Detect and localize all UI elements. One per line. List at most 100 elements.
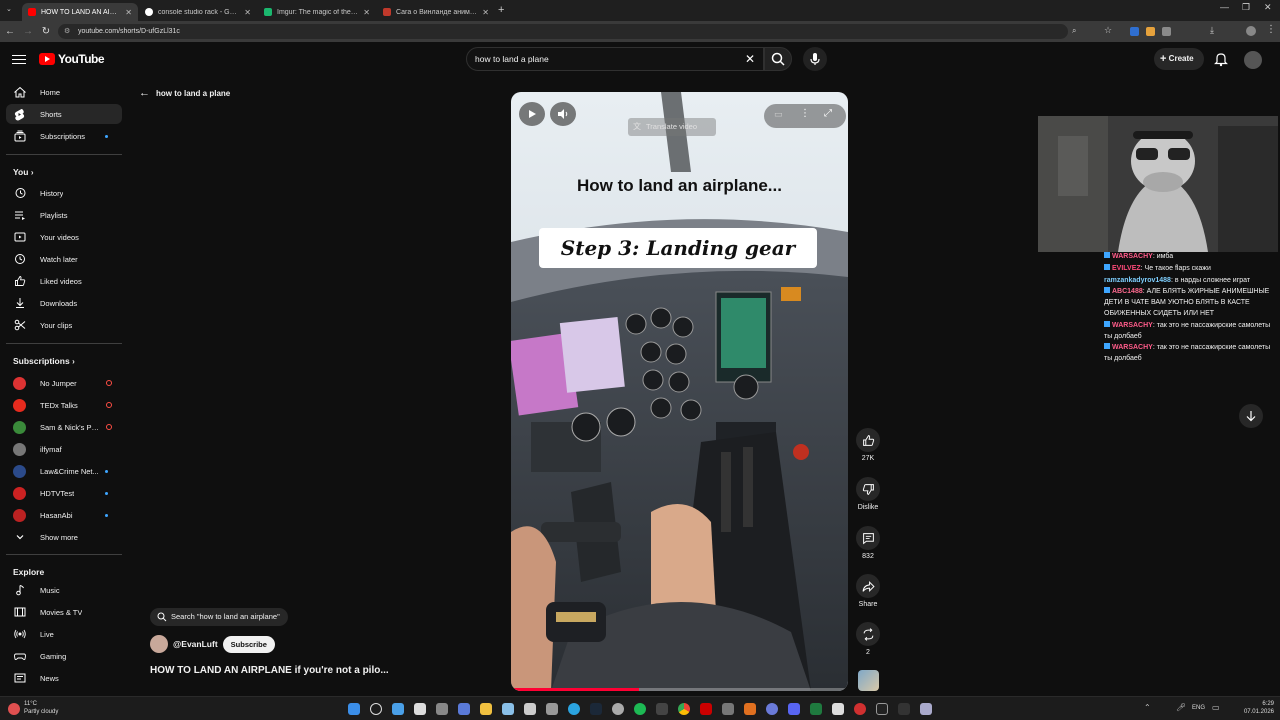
- taskbar-app-icon[interactable]: [414, 703, 426, 715]
- dislike-action[interactable]: Dislike: [856, 477, 880, 511]
- channel-name[interactable]: @EvanLuft: [173, 639, 218, 649]
- like-button[interactable]: [856, 428, 880, 452]
- volume-button[interactable]: [550, 102, 576, 126]
- sidebar-item-playlists[interactable]: Playlists: [6, 205, 122, 225]
- tray-chevron-icon[interactable]: ⌃: [1144, 703, 1151, 712]
- sidebar-item-watch-later[interactable]: Watch later: [6, 249, 122, 269]
- create-button[interactable]: + Create: [1154, 48, 1204, 70]
- taskbar-search-icon[interactable]: [370, 703, 382, 715]
- close-tab-icon[interactable]: ✕: [244, 8, 251, 17]
- taskbar-app-icon[interactable]: [612, 703, 624, 715]
- browser-menu-icon[interactable]: ⋮: [1266, 24, 1276, 35]
- close-tab-icon[interactable]: ✕: [125, 8, 132, 17]
- close-window-icon[interactable]: ✕: [1264, 2, 1272, 13]
- sidebar-item-home[interactable]: Home: [6, 82, 122, 102]
- spotify-icon[interactable]: [634, 703, 646, 715]
- sidebar-item-channel[interactable]: HDTVTest: [6, 483, 122, 503]
- sidebar-item-news[interactable]: News: [6, 668, 122, 688]
- taskbar-app-icon[interactable]: [546, 703, 558, 715]
- sidebar-item-your-clips[interactable]: Your clips: [6, 315, 122, 335]
- discord-icon[interactable]: [788, 703, 800, 715]
- sidebar-item-gaming[interactable]: Gaming: [6, 646, 122, 666]
- like-action[interactable]: 27K: [856, 428, 880, 462]
- comments-action[interactable]: 832: [856, 526, 880, 560]
- download-icon[interactable]: ⤓: [1210, 25, 1214, 36]
- share-button[interactable]: [856, 574, 880, 598]
- browser-tab-youtube[interactable]: HOW TO LAND AN AIRPLANE ✕: [22, 3, 138, 21]
- back-icon[interactable]: ←: [4, 25, 16, 38]
- back-to-search-link[interactable]: ← how to land a plane: [139, 87, 230, 99]
- file-explorer-icon[interactable]: [480, 703, 492, 715]
- minimize-icon[interactable]: —: [1220, 2, 1229, 12]
- taskbar-app-icon[interactable]: [458, 703, 470, 715]
- search-button[interactable]: [764, 47, 792, 71]
- captions-icon[interactable]: ▭: [774, 109, 783, 120]
- telegram-icon[interactable]: [568, 703, 580, 715]
- sidebar-item-channel[interactable]: Law&Crime Net...: [6, 461, 122, 481]
- task-view-icon[interactable]: [392, 703, 404, 715]
- profile-avatar[interactable]: [1246, 26, 1256, 36]
- maximize-icon[interactable]: ❐: [1242, 2, 1250, 13]
- excel-icon[interactable]: [810, 703, 822, 715]
- tray-mic-icon[interactable]: 🎤︎: [1176, 703, 1186, 712]
- forward-icon[interactable]: →: [22, 25, 34, 38]
- search-input[interactable]: how to land a plane: [475, 54, 549, 64]
- sidebar-item-your-videos[interactable]: Your videos: [6, 227, 122, 247]
- more-options-icon[interactable]: ⋮: [800, 108, 810, 119]
- close-tab-icon[interactable]: ✕: [363, 8, 370, 17]
- zoom-icon[interactable]: ⌕: [1072, 26, 1076, 36]
- sidebar-item-downloads[interactable]: Downloads: [6, 293, 122, 313]
- translate-video-button[interactable]: 文 Translate video: [628, 118, 716, 136]
- bookmark-star-icon[interactable]: ☆: [1104, 25, 1112, 36]
- youtube-logo[interactable]: YouTube: [39, 52, 105, 66]
- browser-tab-imgur[interactable]: Imgur: The magic of the Interne ✕: [258, 3, 376, 21]
- taskbar-app-icon[interactable]: [436, 703, 448, 715]
- sidebar-item-subscriptions[interactable]: Subscriptions: [6, 126, 122, 146]
- browser-tab-google[interactable]: console studio rack - Google Se ✕: [139, 3, 257, 21]
- next-video-button[interactable]: [1239, 404, 1263, 428]
- network-icon[interactable]: ▭: [1212, 703, 1220, 712]
- account-avatar[interactable]: [1244, 51, 1262, 69]
- video-title[interactable]: HOW TO LAND AN AIRPLANE if you're not a …: [150, 665, 389, 676]
- taskbar-app-icon[interactable]: [876, 703, 888, 715]
- tab-search-icon[interactable]: ⌄: [6, 5, 12, 13]
- you-heading[interactable]: You ›: [13, 167, 33, 177]
- menu-icon[interactable]: [12, 52, 26, 66]
- sidebar-item-shorts[interactable]: Shorts: [6, 104, 122, 124]
- system-clock[interactable]: 6:29 07.01.2026: [1234, 700, 1274, 716]
- comments-button[interactable]: [856, 526, 880, 550]
- weather-widget[interactable]: 11°C Partly cloudy: [24, 700, 58, 716]
- search-box[interactable]: how to land a plane ✕: [466, 47, 764, 71]
- taskbar-app-icon[interactable]: [502, 703, 514, 715]
- reload-icon[interactable]: ↻: [40, 25, 52, 38]
- taskbar-app-icon[interactable]: [524, 703, 536, 715]
- sidebar-item-channel[interactable]: No Jumper: [6, 373, 122, 393]
- dislike-button[interactable]: [856, 477, 880, 501]
- sidebar-item-live[interactable]: Live: [6, 624, 122, 644]
- share-action[interactable]: Share: [856, 574, 880, 608]
- sidebar-item-channel[interactable]: Sam & Nick's Per...: [6, 417, 122, 437]
- extension-icon[interactable]: [1146, 27, 1155, 36]
- subscriptions-heading[interactable]: Subscriptions ›: [13, 356, 75, 366]
- taskbar-app-icon[interactable]: [700, 703, 712, 715]
- sound-thumbnail[interactable]: [858, 670, 879, 691]
- sidebar-item-channel[interactable]: ilfymaf: [6, 439, 122, 459]
- chrome-icon[interactable]: [678, 703, 690, 715]
- shorts-video-player[interactable]: 文 Translate video ▭ ⋮ ⤢ How to land an a…: [511, 92, 848, 691]
- terminal-icon[interactable]: [898, 703, 910, 715]
- site-info-icon[interactable]: ⚙: [64, 24, 70, 39]
- taskbar-app-icon[interactable]: [722, 703, 734, 715]
- sidebar-item-history[interactable]: History: [6, 183, 122, 203]
- url-field[interactable]: ⚙ youtube.com/shorts/D-ufGzLl31c: [58, 24, 1068, 39]
- subscribe-button[interactable]: Subscribe: [222, 635, 275, 653]
- sidebar-item-movies[interactable]: Movies & TV: [6, 602, 122, 622]
- sidebar-item-channel[interactable]: HasanAbi: [6, 505, 122, 525]
- browser-tab-vinland[interactable]: Сага о Винланде аниме 2019 ✕: [377, 3, 495, 21]
- remix-button[interactable]: [856, 622, 880, 646]
- sidebar-item-channel[interactable]: TEDx Talks: [6, 395, 122, 415]
- voice-search-button[interactable]: [803, 47, 827, 71]
- close-tab-icon[interactable]: ✕: [482, 8, 489, 17]
- language-indicator[interactable]: ENG: [1192, 705, 1205, 711]
- remix-action[interactable]: 2: [856, 622, 880, 656]
- taskbar-app-icon[interactable]: [832, 703, 844, 715]
